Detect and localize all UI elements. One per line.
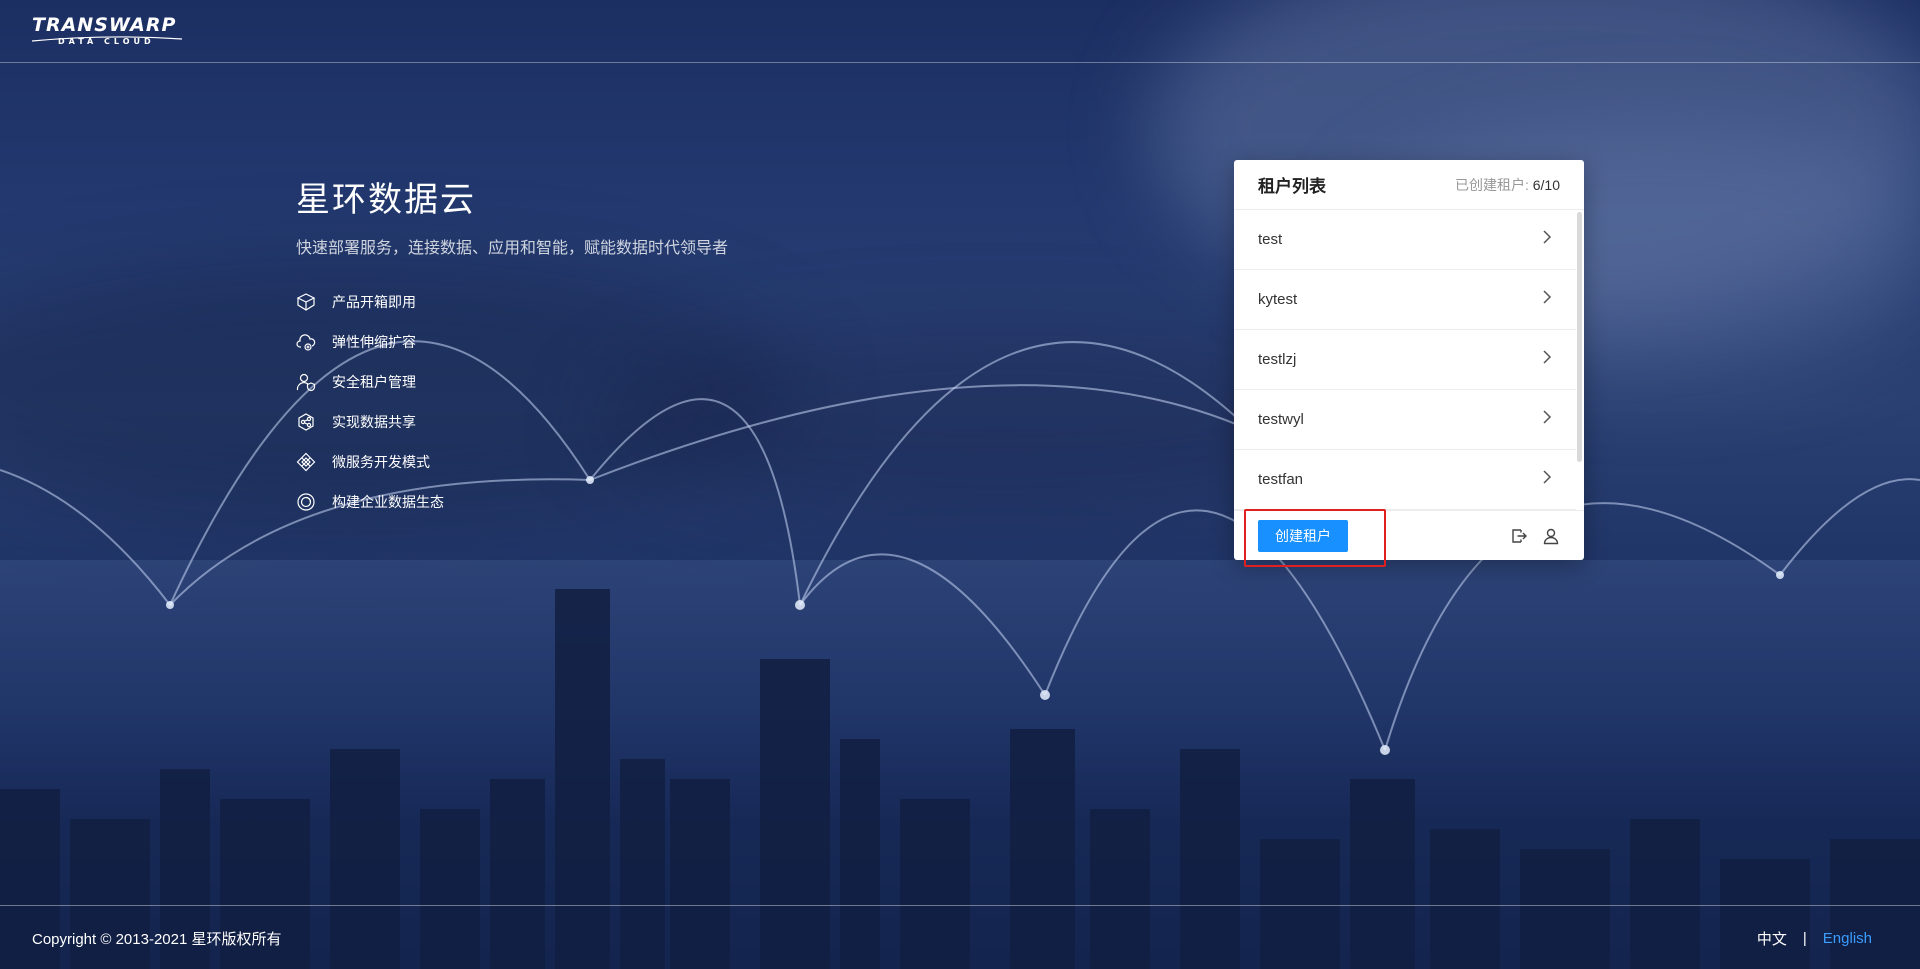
language-switcher: 中文 | English <box>1757 928 1872 949</box>
background <box>0 0 1920 969</box>
feature-label: 安全租户管理 <box>332 374 416 390</box>
chevron-right-icon <box>1542 290 1552 309</box>
feature-item: 弹性伸缩扩容 <box>296 322 728 362</box>
feature-list: 产品开箱即用 弹性伸缩扩容 安全租户管理 实现数据共享 微服务开发模式 构建企业… <box>296 282 728 522</box>
create-tenant-button[interactable]: 创建租户 <box>1258 519 1348 552</box>
chevron-right-icon <box>1542 230 1552 249</box>
cube-icon <box>296 292 316 312</box>
feature-item: 构建企业数据生态 <box>296 482 728 522</box>
tenant-count: 已创建租户: 6/10 <box>1455 175 1560 195</box>
tenant-item-test[interactable]: test <box>1234 210 1576 270</box>
tenant-name: kytest <box>1258 291 1298 308</box>
logout-icon[interactable] <box>1510 527 1528 545</box>
top-bar: TRANSWARP DATA CLOUD <box>0 0 1920 63</box>
user-shield-icon <box>296 372 316 392</box>
feature-label: 构建企业数据生态 <box>332 494 444 510</box>
user-icon[interactable] <box>1542 527 1560 545</box>
footer-actions <box>1510 527 1560 545</box>
feature-item: 实现数据共享 <box>296 402 728 442</box>
page-footer: Copyright © 2013-2021 星环版权所有 中文 | Englis… <box>0 905 1920 969</box>
tenant-count-value: 6/10 <box>1532 176 1560 193</box>
lang-chinese-link[interactable]: 中文 <box>1757 928 1787 949</box>
tenant-name: testlzj <box>1258 351 1297 368</box>
feature-item: 微服务开发模式 <box>296 442 728 482</box>
lang-separator: | <box>1802 930 1807 947</box>
tenant-item-testwyl[interactable]: testwyl <box>1234 390 1576 450</box>
feature-label: 微服务开发模式 <box>332 454 430 470</box>
tenant-panel-title: 租户列表 <box>1258 177 1326 196</box>
chevron-right-icon <box>1542 410 1552 429</box>
copyright-text: Copyright © 2013-2021 星环版权所有 <box>32 931 282 948</box>
tenant-name: testwyl <box>1258 411 1304 428</box>
ecosystem-icon <box>296 492 316 512</box>
share-icon <box>296 412 316 432</box>
microservice-icon <box>296 452 316 472</box>
tenant-item-testfan[interactable]: testfan <box>1234 450 1576 510</box>
lang-english-link[interactable]: English <box>1823 930 1872 947</box>
tenant-panel-footer: 创建租户 <box>1234 510 1584 560</box>
tenant-panel-header: 租户列表 已创建租户: 6/10 <box>1234 160 1584 210</box>
page-subtitle: 快速部署服务，连接数据、应用和智能，赋能数据时代领导者 <box>296 240 729 257</box>
logo-wordmark: TRANSWARP <box>32 14 177 36</box>
transwarp-logo[interactable]: TRANSWARP DATA CLOUD <box>32 14 182 50</box>
feature-label: 产品开箱即用 <box>332 294 416 310</box>
tenant-list[interactable]: test kytest testlzj testwyl testfan <box>1234 210 1584 510</box>
tenant-name: test <box>1258 231 1283 248</box>
page-title: 星环数据云 <box>296 181 476 219</box>
tenant-item-kytest[interactable]: kytest <box>1234 270 1576 330</box>
feature-item: 安全租户管理 <box>296 362 728 402</box>
tenant-list-panel: 租户列表 已创建租户: 6/10 test kytest testlzj tes… <box>1234 160 1584 560</box>
tenant-count-label: 已创建租户: <box>1454 176 1529 193</box>
chevron-right-icon <box>1542 350 1552 369</box>
logo-swoosh-icon <box>32 36 182 42</box>
feature-label: 弹性伸缩扩容 <box>332 334 416 350</box>
chevron-right-icon <box>1542 470 1552 489</box>
tenant-list-scrollbar[interactable] <box>1577 212 1582 462</box>
intro-section: 星环数据云 快速部署服务，连接数据、应用和智能，赋能数据时代领导者 产品开箱即用… <box>296 176 728 522</box>
tenant-item-testlzj[interactable]: testlzj <box>1234 330 1576 390</box>
feature-label: 实现数据共享 <box>332 414 416 430</box>
tenant-name: testfan <box>1258 471 1304 488</box>
feature-item: 产品开箱即用 <box>296 282 728 322</box>
cloud-scale-icon <box>296 332 316 352</box>
